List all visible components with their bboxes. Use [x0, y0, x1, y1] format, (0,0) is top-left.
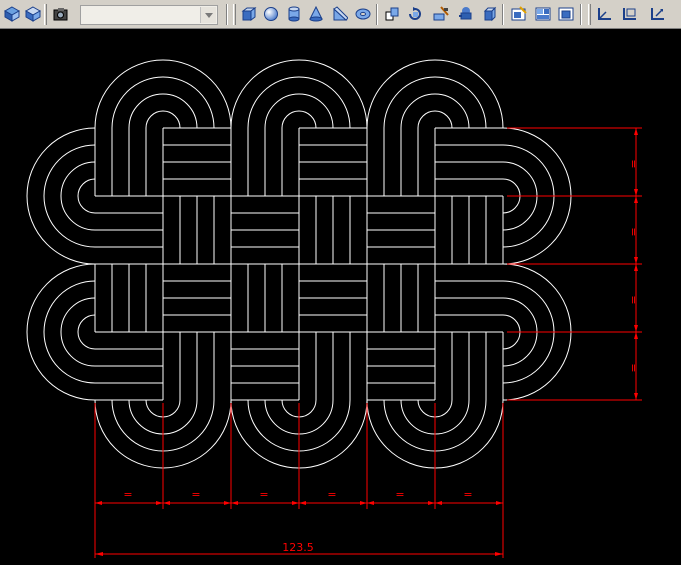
dimension-arrow: [360, 501, 367, 505]
horizontal-dimension-text: =: [327, 488, 336, 501]
vertical-dimension-text: =: [627, 159, 640, 168]
toolbar-grip[interactable]: [588, 4, 591, 25]
loop-arc-top: [145, 110, 181, 129]
dimension-arrow: [367, 501, 374, 505]
overall-dimension-text: 123.5: [282, 541, 314, 554]
ucs-icon[interactable]: [595, 3, 615, 25]
dimension-arrow: [496, 501, 503, 505]
loop-arc-top: [247, 76, 351, 129]
dimension-arrow: [95, 501, 102, 505]
vertical-dimension-text: =: [627, 295, 640, 304]
toolbar-separator: [502, 4, 504, 25]
cone-icon[interactable]: [306, 3, 326, 25]
viewports-icon[interactable]: [533, 3, 553, 25]
toolbar: [0, 0, 681, 29]
toolbar-grip[interactable]: [44, 4, 47, 25]
dimension-arrow: [634, 189, 638, 196]
box-icon[interactable]: [239, 3, 259, 25]
dimension-arrow: [634, 196, 638, 203]
revolve-icon[interactable]: [405, 3, 425, 25]
dimension-arrow: [634, 128, 638, 135]
sphere-icon[interactable]: [261, 3, 281, 25]
dimension-arrow: [299, 501, 306, 505]
chevron-down-icon[interactable]: [200, 7, 216, 23]
dimension-arrow: [634, 393, 638, 400]
vertical-dimension-text: =: [627, 363, 640, 372]
horizontal-dimension-text: =: [259, 488, 268, 501]
dimension-arrow: [495, 552, 503, 556]
loop-arc-top: [417, 110, 453, 129]
dimension-arrow: [428, 501, 435, 505]
horizontal-dimension-text: =: [123, 488, 132, 501]
wedge-icon[interactable]: [330, 3, 350, 25]
drawing-svg[interactable]: = = = = = = = = = = 123.5: [0, 29, 681, 565]
dimension-arrow: [634, 257, 638, 264]
dimension-annotations: [94, 127, 642, 558]
named-views-icon[interactable]: [509, 3, 529, 25]
toolbar-grip[interactable]: [233, 4, 236, 25]
toolbar-separator: [376, 4, 378, 25]
loop-arc-left: [43, 280, 96, 384]
loop-arc-left: [77, 314, 96, 350]
dimension-arrow: [634, 332, 638, 339]
union-icon[interactable]: [456, 3, 476, 25]
extrude-icon[interactable]: [382, 3, 402, 25]
ucs-previous-icon[interactable]: [648, 3, 668, 25]
dimension-arrow: [156, 501, 163, 505]
torus-icon[interactable]: [353, 3, 373, 25]
ucs-world-icon[interactable]: [620, 3, 640, 25]
dimension-text-group: = = = = = = = = = = 123.5: [123, 159, 640, 554]
toolbar-separator: [580, 4, 582, 25]
drawing-canvas[interactable]: = = = = = = = = = = 123.5: [0, 29, 681, 565]
dimension-arrow: [292, 501, 299, 505]
loop-arc-top: [383, 76, 487, 129]
solid-edit-icon[interactable]: [480, 3, 500, 25]
loop-arc-left: [77, 178, 96, 214]
horizontal-dimension-text: =: [191, 488, 200, 501]
shade-icon[interactable]: [23, 3, 43, 25]
horizontal-dimension-text: =: [463, 488, 472, 501]
loop-arc-top: [111, 76, 215, 129]
loop-arc-top: [281, 110, 317, 129]
view-combo[interactable]: [80, 5, 218, 25]
visual-style-icon[interactable]: [2, 3, 22, 25]
dimension-arrow: [435, 501, 442, 505]
loop-arc-left: [43, 144, 96, 248]
dimension-arrow: [224, 501, 231, 505]
render-icon[interactable]: [51, 3, 71, 25]
dimension-arrow: [231, 501, 238, 505]
dimension-arrow: [634, 264, 638, 271]
vertical-dimension-text: =: [627, 227, 640, 236]
dimension-arrow: [634, 325, 638, 332]
view-3d-icon[interactable]: [556, 3, 576, 25]
cylinder-icon[interactable]: [284, 3, 304, 25]
dimension-arrow: [163, 501, 170, 505]
slice-icon[interactable]: [431, 3, 451, 25]
toolbar-separator: [226, 4, 228, 25]
horizontal-dimension-text: =: [395, 488, 404, 501]
dimension-arrow: [95, 552, 103, 556]
